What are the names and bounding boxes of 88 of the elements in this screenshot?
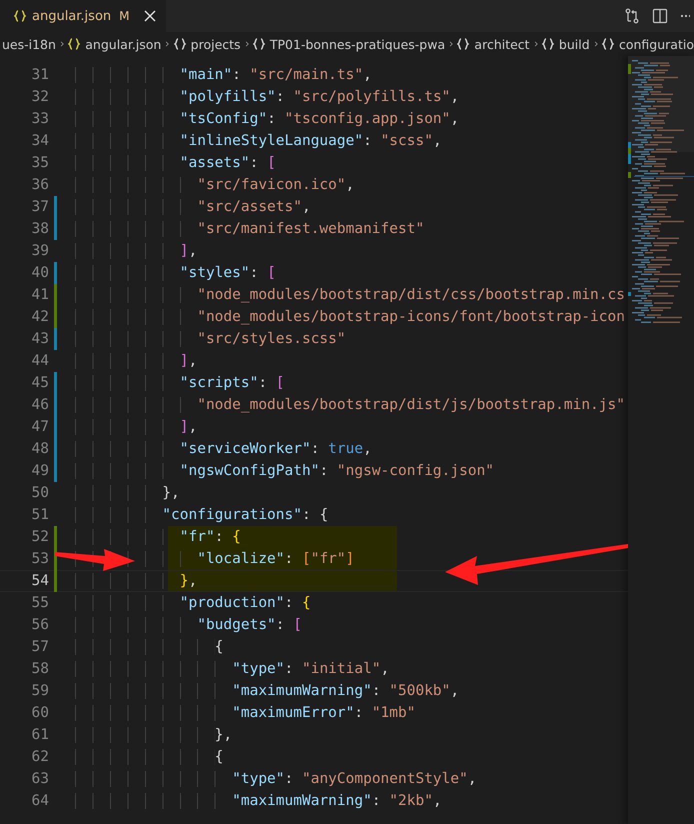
line-number: 47	[30, 419, 49, 435]
line-number: 62	[30, 749, 49, 765]
change-marker[interactable]	[54, 372, 57, 394]
line-number: 48	[30, 441, 49, 457]
change-marker[interactable]	[54, 438, 57, 460]
chevron-right-icon	[534, 39, 538, 49]
line-number: 49	[30, 463, 49, 479]
code-text: "budgets": [	[75, 617, 302, 633]
line-number: 37	[30, 199, 49, 215]
change-marker[interactable]	[54, 394, 57, 416]
line-number: 33	[30, 111, 49, 127]
chevron-right-icon	[244, 39, 249, 49]
line-number: 38	[30, 221, 49, 237]
chevron-right-icon	[449, 39, 454, 49]
braces-icon	[68, 38, 80, 50]
line-number: 44	[30, 353, 49, 369]
close-icon[interactable]	[144, 10, 156, 22]
braces-icon	[457, 38, 470, 50]
code-text: "node_modules/bootstrap-icons/font/bootstrap-icon	[75, 309, 625, 325]
line-number: 63	[30, 771, 49, 787]
line-number: 60	[30, 705, 49, 721]
change-marker[interactable]	[54, 570, 57, 592]
braces-icon	[252, 38, 265, 50]
line-number: 56	[30, 617, 49, 633]
code-text: "node_modules/bootstrap/dist/js/bootstrap.min.js"	[75, 397, 625, 413]
line-number: 53	[30, 551, 49, 567]
change-marker[interactable]	[54, 460, 57, 482]
breadcrumb-item[interactable]: architect	[457, 36, 530, 52]
chevron-right-icon	[60, 39, 64, 49]
line-number: 57	[30, 639, 49, 655]
editor-tab[interactable]: angular.json M	[0, 0, 166, 32]
change-marker[interactable]	[54, 328, 57, 350]
line-number: 46	[30, 397, 49, 413]
breadcrumb-item[interactable]: angular.json	[68, 36, 162, 52]
line-number: 32	[30, 89, 49, 105]
line-number: 55	[30, 595, 49, 611]
code-text: "src/manifest.webmanifest"	[75, 221, 424, 237]
change-marker[interactable]	[54, 416, 57, 438]
breadcrumb-item[interactable]: ues-i18n	[2, 36, 56, 52]
change-marker[interactable]	[54, 526, 57, 548]
change-marker[interactable]	[54, 284, 57, 306]
chevron-right-icon	[594, 39, 598, 49]
line-number: 36	[30, 177, 49, 193]
modified-status: M	[119, 9, 130, 23]
code-text: "styles": [	[75, 265, 276, 281]
code-text: "src/styles.scss"	[75, 331, 346, 347]
code-text: "assets": [	[75, 155, 276, 171]
line-number: 64	[30, 793, 49, 809]
code-text: "ngswConfigPath": "ngsw-config.json"	[75, 463, 494, 479]
line-number: 34	[30, 133, 49, 149]
line-number: 41	[30, 287, 49, 303]
line-number: 45	[30, 375, 49, 391]
braces-icon	[542, 38, 554, 50]
line-number: 58	[30, 661, 49, 677]
code-text: {	[75, 639, 224, 655]
breadcrumb-item[interactable]: configuratio	[602, 36, 694, 52]
line-number: 54	[30, 573, 49, 589]
change-marker[interactable]	[54, 262, 57, 284]
line-number: 52	[30, 529, 49, 545]
code-text: "fr": {	[75, 529, 241, 545]
line-number: 61	[30, 727, 49, 743]
code-text: "maximumError": "1mb"	[75, 705, 416, 721]
line-number: 31	[30, 67, 49, 83]
line-number: 43	[30, 331, 49, 347]
breadcrumb-item[interactable]: build	[542, 36, 590, 52]
line-number: 42	[30, 309, 49, 325]
line-number: 39	[30, 243, 49, 259]
chevron-right-icon	[165, 39, 170, 49]
change-marker[interactable]	[54, 196, 57, 218]
line-number: 40	[30, 265, 49, 281]
braces-icon	[14, 10, 26, 22]
code-text: "node_modules/bootstrap/dist/css/bootstrap.min.cs	[75, 287, 625, 303]
line-number: 51	[30, 507, 49, 523]
code-text: {	[75, 749, 224, 765]
braces-icon	[602, 38, 614, 50]
breadcrumb-item[interactable]: TP01-bonnes-pratiques-pwa	[252, 36, 446, 52]
line-number: 35	[30, 155, 49, 171]
code-text: "production": {	[75, 595, 311, 611]
line-number: 50	[30, 485, 49, 501]
compare-changes-icon[interactable]	[624, 8, 640, 24]
code-text: "scripts": [	[75, 375, 285, 391]
breadcrumb-item[interactable]: projects	[174, 36, 241, 52]
change-marker[interactable]	[54, 218, 57, 240]
line-number: 59	[30, 683, 49, 699]
braces-icon	[174, 38, 186, 50]
split-editor-icon[interactable]	[652, 8, 668, 24]
code-text: "configurations": {	[75, 507, 328, 523]
change-marker[interactable]	[54, 306, 57, 328]
